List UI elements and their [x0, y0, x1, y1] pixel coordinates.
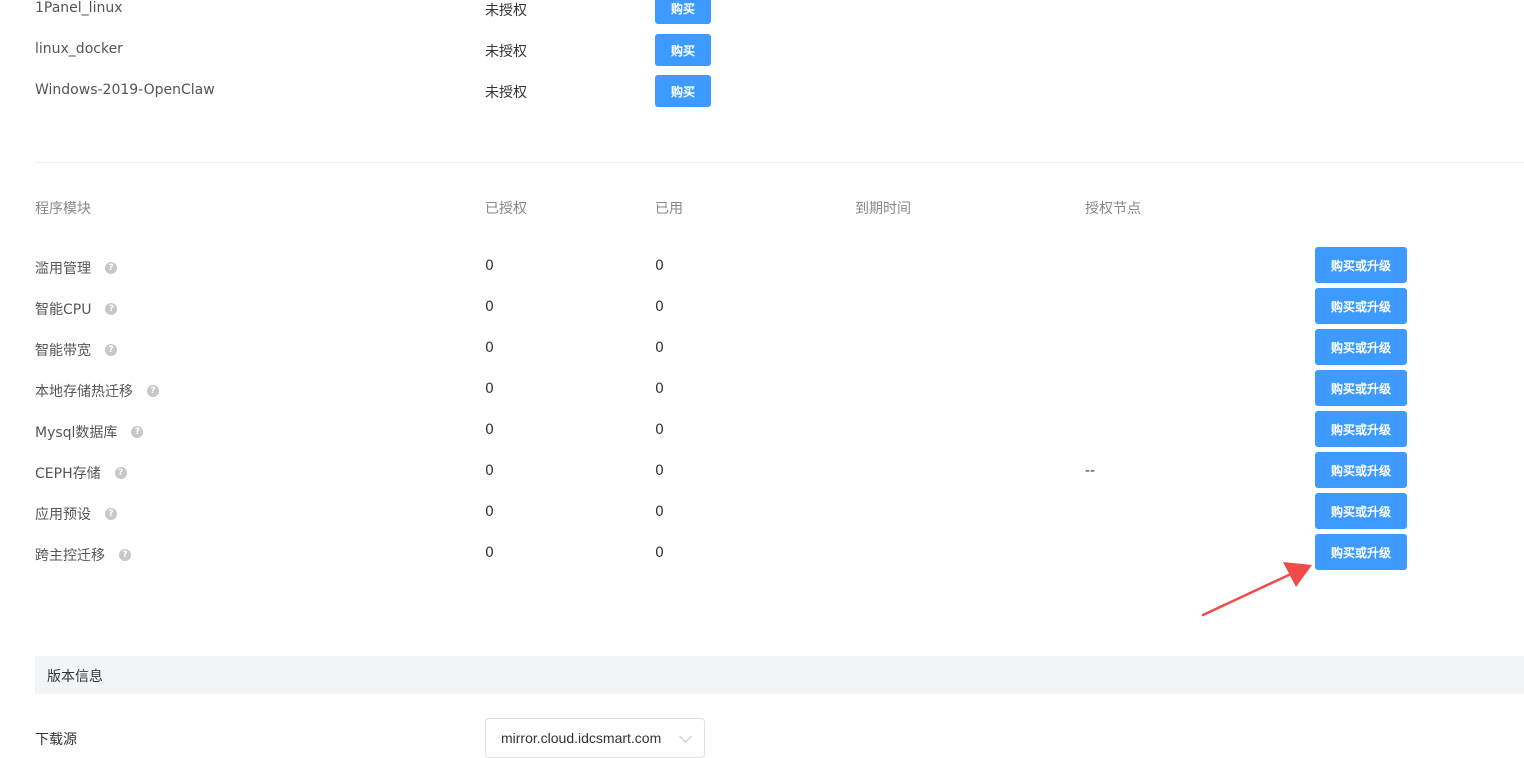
- header-expiry: 到期时间: [855, 201, 911, 217]
- used-count: 0: [655, 299, 664, 315]
- question-circle-icon[interactable]: ?: [131, 426, 144, 438]
- version-section-header: 版本信息: [35, 656, 1524, 694]
- question-circle-icon[interactable]: ?: [147, 385, 159, 397]
- module-name: 应用预设: [35, 507, 91, 523]
- authorized-count: 0: [485, 422, 494, 438]
- authorized-count: 0: [485, 258, 494, 274]
- authorized-count: 0: [485, 545, 494, 561]
- used-count: 0: [655, 545, 664, 561]
- module-name: 本地存储热迁移: [35, 384, 133, 400]
- module-name: Mysql数据库: [35, 425, 118, 441]
- question-circle-icon[interactable]: ?: [105, 303, 118, 315]
- question-circle-icon[interactable]: ?: [114, 467, 127, 479]
- question-circle-icon[interactable]: ?: [105, 262, 117, 274]
- used-count: 0: [655, 381, 664, 397]
- used-count: 0: [655, 258, 664, 274]
- module-name: 跨主控迁移: [35, 548, 105, 564]
- buy-or-upgrade-button[interactable]: 购买或升级: [1315, 370, 1407, 406]
- header-used: 已用: [655, 201, 683, 217]
- question-circle-icon[interactable]: ?: [105, 508, 117, 520]
- buy-button[interactable]: 购买: [655, 0, 711, 24]
- buy-button[interactable]: 购买: [655, 34, 711, 66]
- question-circle-icon[interactable]: ?: [119, 549, 131, 561]
- auth-node-value: --: [1085, 463, 1096, 479]
- annotation-arrow-icon: [1201, 562, 1312, 617]
- authorized-count: 0: [485, 299, 494, 315]
- buy-or-upgrade-button[interactable]: 购买或升级: [1315, 329, 1407, 365]
- module-name: CEPH存储: [35, 466, 101, 482]
- buy-or-upgrade-button[interactable]: 购买或升级: [1315, 493, 1407, 529]
- authorized-count: 0: [485, 504, 494, 520]
- license-status: 未授权: [485, 85, 527, 101]
- module-name: 滥用管理: [35, 261, 91, 277]
- authorized-count: 0: [485, 463, 494, 479]
- header-node: 授权节点: [1085, 201, 1141, 217]
- used-count: 0: [655, 340, 664, 356]
- section-divider: [35, 162, 1524, 163]
- buy-or-upgrade-button[interactable]: 购买或升级: [1315, 247, 1407, 283]
- select-value: mirror.cloud.idcsmart.com: [501, 730, 662, 746]
- buy-button[interactable]: 购买: [655, 75, 711, 107]
- license-name: Windows-2019-OpenClaw: [35, 82, 215, 98]
- license-name: 1Panel_linux: [35, 0, 123, 16]
- license-status: 未授权: [485, 44, 527, 60]
- module-name: 智能CPU: [35, 302, 92, 318]
- buy-or-upgrade-button[interactable]: 购买或升级: [1315, 411, 1407, 447]
- download-source-label: 下载源: [35, 732, 77, 748]
- license-name: linux_docker: [35, 41, 123, 57]
- header-module: 程序模块: [35, 201, 91, 217]
- buy-or-upgrade-button[interactable]: 购买或升级: [1315, 452, 1407, 488]
- module-name: 智能带宽: [35, 343, 91, 359]
- chevron-down-icon: [679, 730, 692, 743]
- question-circle-icon[interactable]: ?: [105, 344, 117, 356]
- used-count: 0: [655, 422, 664, 438]
- download-source-select[interactable]: mirror.cloud.idcsmart.com: [485, 718, 705, 758]
- buy-or-upgrade-button[interactable]: 购买或升级: [1315, 288, 1407, 324]
- section-title: 版本信息: [47, 669, 103, 685]
- authorized-count: 0: [485, 340, 494, 356]
- used-count: 0: [655, 504, 664, 520]
- buy-or-upgrade-button[interactable]: 购买或升级: [1315, 534, 1407, 570]
- authorized-count: 0: [485, 381, 494, 397]
- used-count: 0: [655, 463, 664, 479]
- header-authorized: 已授权: [485, 201, 527, 217]
- license-status: 未授权: [485, 3, 527, 19]
